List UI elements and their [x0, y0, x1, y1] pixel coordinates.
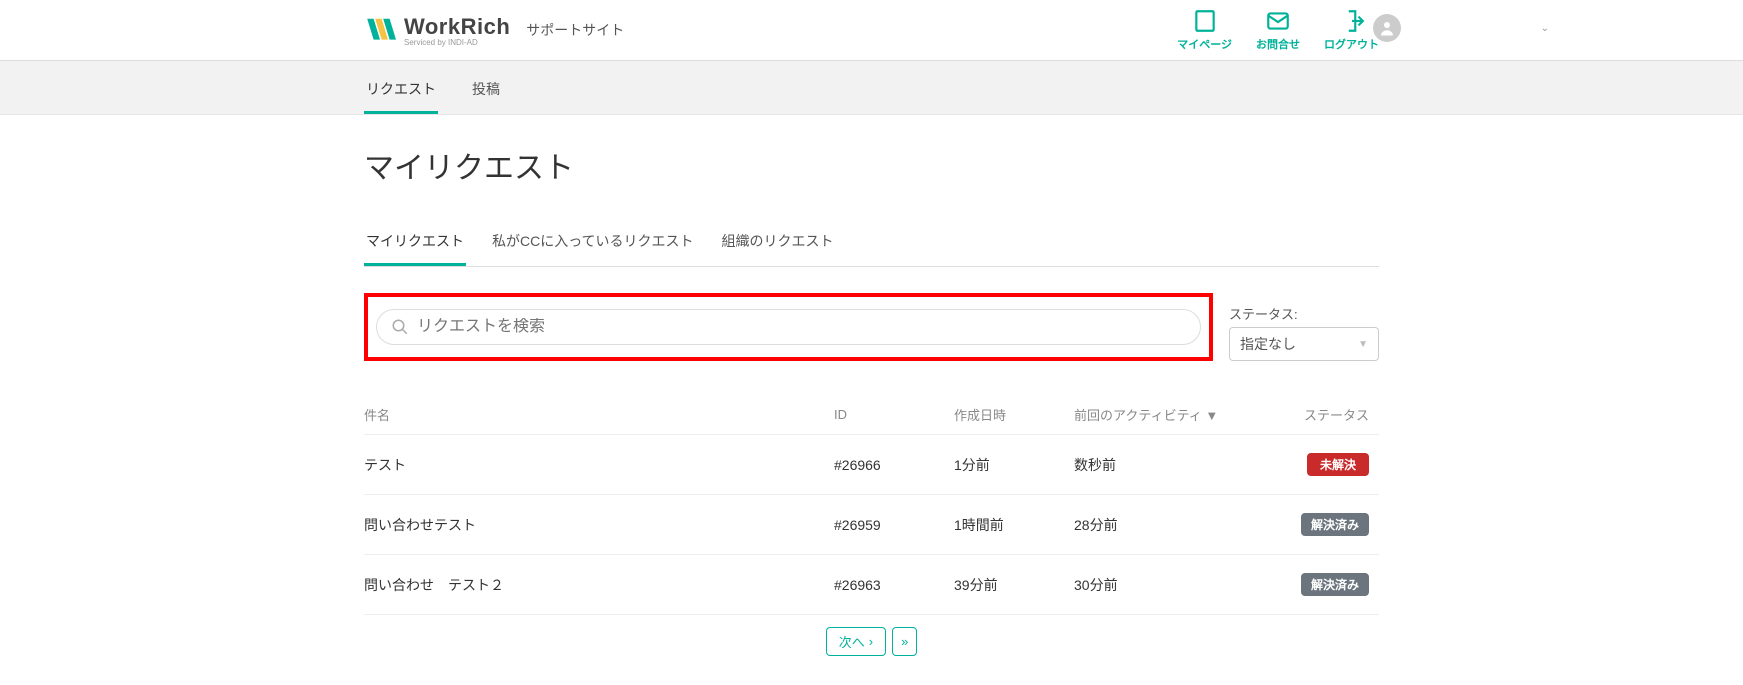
table-row[interactable]: 問い合わせ テスト２#2696339分前30分前 解決済み	[364, 555, 1379, 615]
row-activity: 28分前	[1074, 515, 1269, 535]
page-title: マイリクエスト	[364, 143, 1379, 187]
row-subject[interactable]: テスト	[364, 455, 834, 475]
row-id: #26963	[834, 577, 954, 593]
mail-icon	[1265, 8, 1291, 34]
col-id[interactable]: ID	[834, 407, 954, 422]
row-created: 39分前	[954, 575, 1074, 595]
logout-label: ログアウト	[1324, 36, 1379, 52]
status-badge: 未解決	[1307, 453, 1369, 476]
search-icon	[391, 318, 409, 336]
contact-link[interactable]: お問合せ	[1256, 8, 1300, 52]
building-icon	[1192, 8, 1218, 34]
status-filter-value: 指定なし	[1240, 334, 1296, 354]
mypage-link[interactable]: マイページ	[1177, 8, 1232, 52]
row-activity: 30分前	[1074, 575, 1269, 595]
row-status: 解決済み	[1269, 513, 1379, 536]
row-created: 1時間前	[954, 515, 1074, 535]
pager-next-label: 次へ	[839, 632, 865, 651]
pager-next[interactable]: 次へ ›	[826, 627, 886, 656]
contact-label: お問合せ	[1256, 36, 1300, 52]
chevron-right-icon: ›	[869, 634, 873, 649]
subtab-my[interactable]: マイリクエスト	[364, 221, 466, 266]
row-subject[interactable]: 問い合わせテスト	[364, 515, 834, 535]
brand-subtext: Serviced by INDI-AD	[404, 38, 510, 47]
col-created[interactable]: 作成日時	[954, 405, 1074, 424]
subtab-cc[interactable]: 私がCCに入っているリクエスト	[490, 221, 696, 266]
search-field[interactable]	[376, 309, 1201, 345]
table-row[interactable]: テスト#269661分前数秒前 未解決	[364, 435, 1379, 495]
row-id: #26966	[834, 457, 954, 473]
avatar[interactable]	[1373, 14, 1401, 42]
row-subject[interactable]: 問い合わせ テスト２	[364, 575, 834, 595]
row-status: 解決済み	[1269, 573, 1379, 596]
site-subtitle: サポートサイト	[526, 20, 624, 40]
logout-icon	[1339, 8, 1365, 34]
row-status: 未解決	[1269, 453, 1379, 476]
pagination: 次へ › »	[364, 615, 1379, 656]
request-table: 件名 ID 作成日時 前回のアクティビティ ▼ ステータス テスト#269661…	[364, 397, 1379, 615]
header: WorkRich Serviced by INDI-AD サポートサイト マイペ…	[0, 0, 1743, 61]
user-menu-chevron-icon[interactable]: ⌄	[1541, 23, 1549, 34]
chevron-down-icon: ▼	[1358, 339, 1368, 350]
topnav: リクエスト 投稿	[0, 61, 1743, 115]
col-status[interactable]: ステータス	[1269, 405, 1379, 424]
status-badge: 解決済み	[1301, 513, 1369, 536]
brand-logo-icon	[364, 14, 396, 46]
search-highlight-box	[364, 293, 1213, 361]
status-filter-select[interactable]: 指定なし ▼	[1229, 327, 1379, 361]
search-input[interactable]	[417, 318, 1186, 336]
brand[interactable]: WorkRich Serviced by INDI-AD	[364, 14, 510, 47]
row-id: #26959	[834, 517, 954, 533]
col-subject[interactable]: 件名	[364, 405, 834, 424]
table-row[interactable]: 問い合わせテスト#269591時間前28分前 解決済み	[364, 495, 1379, 555]
brand-name: WorkRich	[404, 14, 510, 40]
status-filter-label: ステータス:	[1229, 304, 1379, 323]
table-header: 件名 ID 作成日時 前回のアクティビティ ▼ ステータス	[364, 397, 1379, 435]
row-created: 1分前	[954, 455, 1074, 475]
row-activity: 数秒前	[1074, 455, 1269, 475]
tab-post[interactable]: 投稿	[470, 69, 502, 114]
pager-last[interactable]: »	[892, 627, 917, 656]
logout-link[interactable]: ログアウト	[1324, 8, 1379, 52]
main: マイリクエスト マイリクエスト 私がCCに入っているリクエスト 組織のリクエスト…	[364, 115, 1379, 656]
user-icon	[1378, 19, 1396, 37]
tab-request[interactable]: リクエスト	[364, 69, 438, 114]
subtab-org[interactable]: 組織のリクエスト	[720, 221, 836, 266]
chevron-double-right-icon: »	[901, 634, 908, 649]
col-activity[interactable]: 前回のアクティビティ ▼	[1074, 405, 1269, 424]
status-badge: 解決済み	[1301, 573, 1369, 596]
mypage-label: マイページ	[1177, 36, 1232, 52]
subtabs: マイリクエスト 私がCCに入っているリクエスト 組織のリクエスト	[364, 221, 1379, 267]
